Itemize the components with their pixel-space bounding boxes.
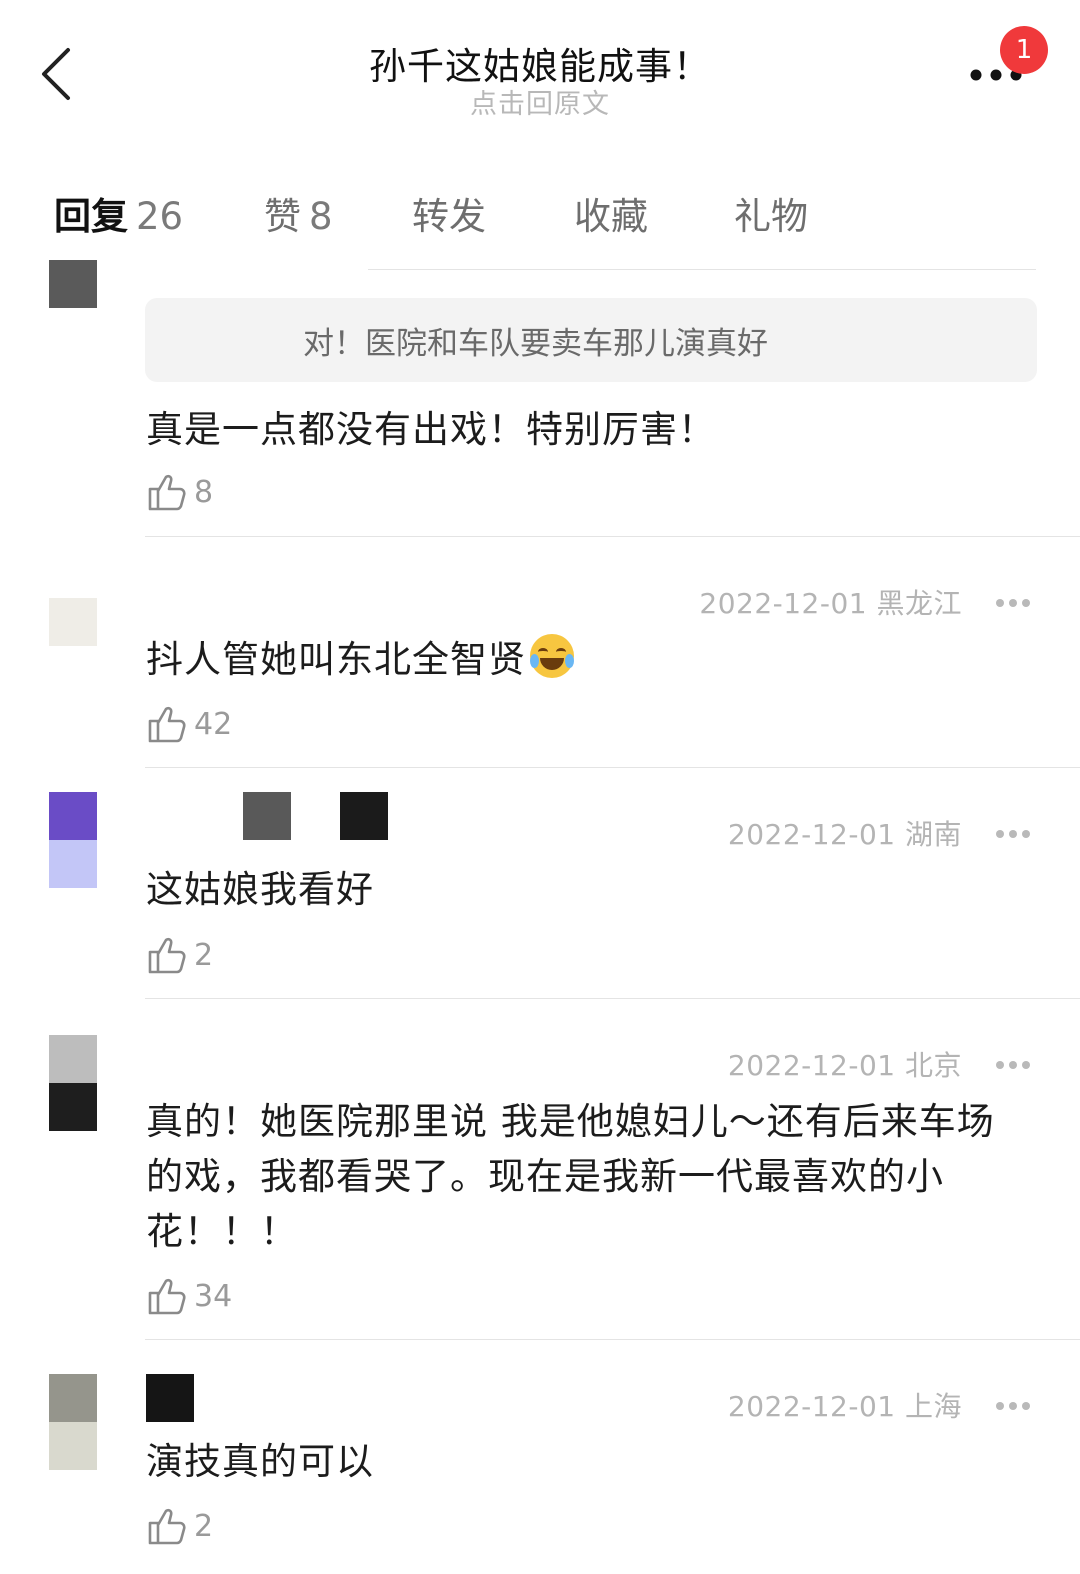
tab-likes[interactable]: 赞8 [264, 186, 333, 240]
top-bar: 孙千这姑娘能成事！ 点击回原文 1 [0, 0, 1080, 140]
tab-label: 礼物 [734, 195, 808, 238]
comment-text: 这姑娘我看好 [146, 868, 374, 911]
tab-reposts[interactable]: 转发 [412, 186, 486, 240]
avatar[interactable] [49, 598, 97, 646]
thumbs-up-icon [148, 1508, 186, 1545]
comment-more-button[interactable] [996, 592, 1038, 607]
tab-label: 转发 [412, 195, 486, 238]
dot-icon [1009, 1061, 1017, 1069]
redacted-username-block [146, 1374, 194, 1422]
comment-more-button[interactable] [996, 1054, 1038, 1069]
dot-icon [1022, 830, 1030, 838]
comment-text: 真是一点都没有出戏！特别厉害！ [146, 408, 716, 451]
divider [368, 269, 1036, 270]
back-to-original-link[interactable]: 点击回原文 [0, 82, 1080, 121]
tab-gifts[interactable]: 礼物 [734, 186, 808, 240]
comment-more-button[interactable] [996, 823, 1038, 838]
quoted-reply-text: 对！医院和车队要卖车那儿演真好 [303, 326, 768, 362]
dot-icon [1009, 830, 1017, 838]
avatar[interactable] [49, 1035, 97, 1131]
divider [145, 1339, 1080, 1340]
redacted-username-block [243, 792, 291, 840]
dot-icon [1022, 1061, 1030, 1069]
comment-text: 演技真的可以 [146, 1440, 374, 1483]
like-button[interactable]: 42 [146, 702, 232, 746]
avatar[interactable] [49, 1374, 97, 1470]
comment-date-location: 2022-12-01 黑龙江 [699, 587, 962, 620]
like-button[interactable]: 8 [146, 470, 213, 514]
thumbs-up-icon [148, 1278, 186, 1315]
tab-count: 26 [136, 195, 184, 238]
like-count: 42 [194, 706, 233, 742]
dot-icon [996, 599, 1004, 607]
quoted-reply[interactable]: 对！医院和车队要卖车那儿演真好 [145, 298, 1037, 382]
divider [145, 998, 1080, 999]
laughing-tears-emoji [530, 634, 574, 678]
tab-label: 赞 [264, 195, 301, 238]
dot-icon [996, 1402, 1004, 1410]
like-count: 34 [194, 1278, 233, 1314]
tab-replies[interactable]: 回复 26 [54, 186, 183, 240]
comment-date-location: 2022-12-01 北京 [727, 1049, 962, 1082]
thumbs-up-icon [148, 937, 186, 974]
comment-text: 真的！她医院那里说 我是他媳妇儿～还有后来车场的戏，我都看哭了。现在是我新一代最… [146, 1100, 995, 1253]
divider [145, 767, 1080, 768]
dot-icon [1009, 1402, 1017, 1410]
dot-icon [996, 1061, 1004, 1069]
comment-body: 抖人管她叫东北全智贤 [146, 632, 1036, 687]
avatar[interactable] [49, 260, 97, 308]
comment-date-location: 2022-12-01 湖南 [727, 818, 962, 851]
interaction-tabs: 回复 26 赞8 转发 收藏 礼物 [0, 186, 1080, 246]
like-count: 8 [194, 474, 214, 510]
tab-label: 回复 [54, 195, 128, 238]
redacted-username-block [340, 792, 388, 840]
like-count: 2 [194, 937, 214, 973]
comment-date-location: 2022-12-01 上海 [727, 1390, 962, 1423]
dot-icon [1022, 1402, 1030, 1410]
dot-icon [996, 830, 1004, 838]
like-count: 2 [194, 1508, 214, 1544]
like-button[interactable]: 34 [146, 1274, 232, 1318]
thumbs-up-icon [148, 474, 186, 511]
notification-badge: 1 [1000, 26, 1048, 74]
comment-more-button[interactable] [996, 1395, 1038, 1410]
divider [145, 536, 1080, 537]
tab-label: 收藏 [574, 195, 648, 238]
comment-text: 抖人管她叫东北全智贤 [146, 638, 526, 681]
tab-favorites[interactable]: 收藏 [574, 186, 648, 240]
thumbs-up-icon [148, 706, 186, 743]
like-button[interactable]: 2 [146, 933, 213, 977]
tab-count: 8 [309, 195, 333, 238]
like-button[interactable]: 2 [146, 1504, 213, 1548]
dot-icon [1009, 599, 1017, 607]
dot-icon [1022, 599, 1030, 607]
avatar[interactable] [49, 792, 97, 888]
